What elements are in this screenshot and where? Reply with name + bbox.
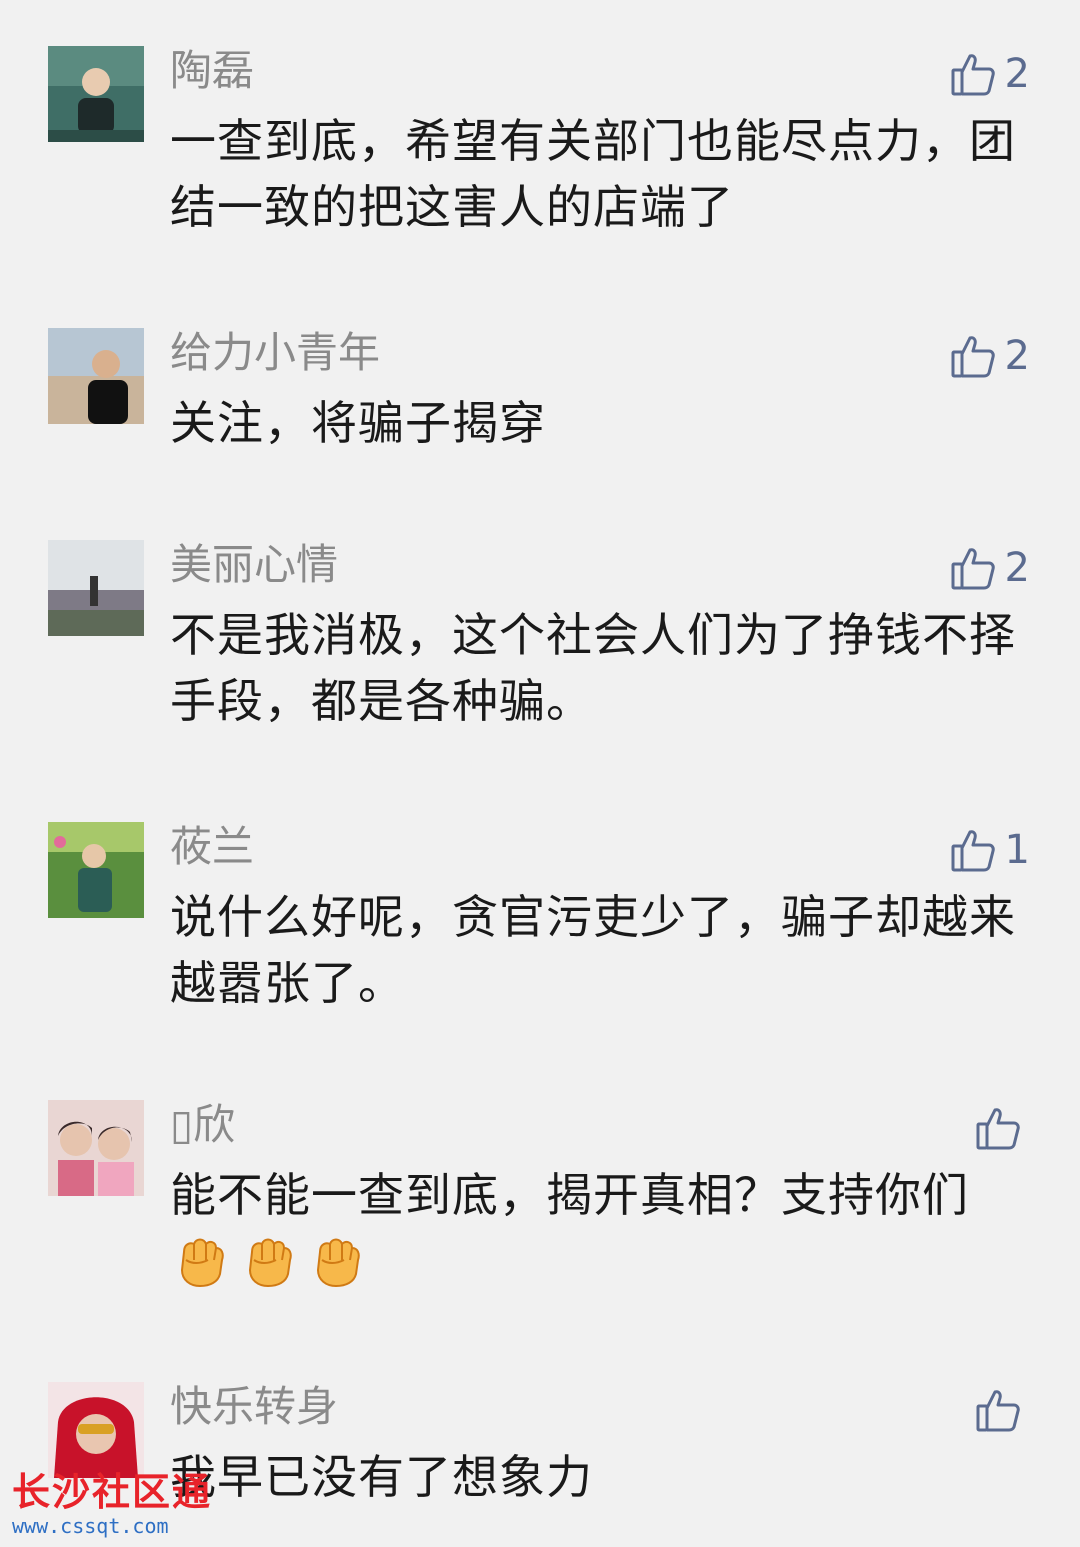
avatar[interactable] bbox=[48, 46, 144, 142]
commenter-name[interactable]: 莜兰 bbox=[170, 822, 254, 872]
commenter-name[interactable]: 快乐转身 bbox=[170, 1382, 338, 1432]
thumbs-up-icon bbox=[951, 548, 995, 590]
watermark-url: www.cssqt.com bbox=[12, 1514, 169, 1538]
like-button[interactable] bbox=[974, 1100, 1030, 1156]
like-button[interactable]: 1 bbox=[949, 822, 1030, 878]
like-count: 2 bbox=[1004, 51, 1030, 97]
commenter-name[interactable]: 给力小青年 bbox=[170, 328, 380, 378]
comment-text: 关注，将骗子揭穿 bbox=[170, 396, 546, 450]
thumbs-up-icon bbox=[951, 54, 995, 96]
watermark-title: 长沙社区通 bbox=[12, 1469, 213, 1514]
comment-text: 我早已没有了想象力 bbox=[170, 1450, 593, 1504]
like-button[interactable]: 2 bbox=[949, 540, 1030, 596]
emoji-row bbox=[170, 1230, 366, 1290]
like-count: 2 bbox=[1004, 545, 1030, 591]
comment-text: 一查到底，希望有关部门也能尽点力，团结一致的把这害人的店端了 bbox=[170, 114, 1016, 234]
comment-text: 能不能一查到底，揭开真相？支持你们 bbox=[170, 1168, 969, 1222]
avatar[interactable] bbox=[48, 822, 144, 918]
raised-fist-icon bbox=[316, 1238, 360, 1288]
like-button[interactable]: 2 bbox=[949, 328, 1030, 384]
raised-fist-icon bbox=[248, 1238, 292, 1288]
avatar[interactable] bbox=[48, 328, 144, 424]
thumbs-up-icon bbox=[951, 336, 995, 378]
avatar[interactable] bbox=[48, 540, 144, 636]
thumbs-up-icon bbox=[976, 1108, 1020, 1150]
thumbs-up-icon bbox=[976, 1390, 1020, 1432]
like-button[interactable]: 2 bbox=[949, 46, 1030, 102]
like-button[interactable] bbox=[974, 1382, 1030, 1438]
commenter-name[interactable]: ▯欣 bbox=[170, 1100, 235, 1150]
commenter-name[interactable]: 陶磊 bbox=[170, 46, 254, 96]
avatar[interactable] bbox=[48, 1382, 144, 1478]
avatar[interactable] bbox=[48, 1100, 144, 1196]
like-count: 1 bbox=[1004, 827, 1030, 873]
thumbs-up-icon bbox=[951, 830, 995, 872]
commenter-name[interactable]: 美丽心情 bbox=[170, 540, 338, 590]
watermark: 长沙社区通 www.cssqt.com bbox=[12, 1469, 222, 1539]
like-count: 2 bbox=[1004, 333, 1030, 379]
raised-fist-icon bbox=[180, 1238, 224, 1288]
comment-text: 说什么好呢，贪官污吏少了，骗子却越来越嚣张了。 bbox=[170, 890, 1016, 1010]
comment-text: 不是我消极，这个社会人们为了挣钱不择手段，都是各种骗。 bbox=[170, 608, 1016, 728]
